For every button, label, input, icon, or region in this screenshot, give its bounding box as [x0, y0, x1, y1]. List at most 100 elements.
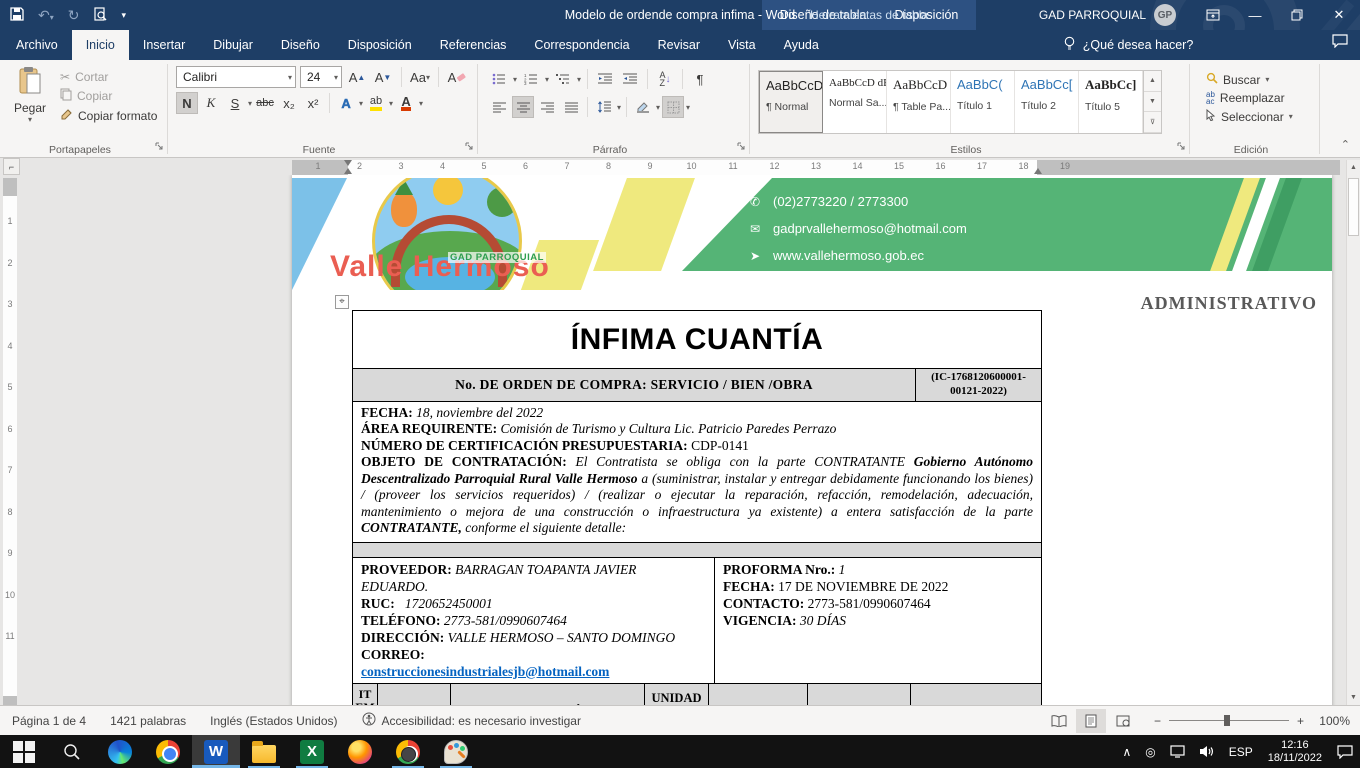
taskbar-edge[interactable]	[96, 735, 144, 768]
zoom-in-button[interactable]: +	[1297, 714, 1304, 728]
hanging-indent-marker[interactable]	[344, 168, 352, 174]
table-move-handle[interactable]: ⌖	[335, 295, 349, 309]
minimize-button[interactable]: —	[1234, 0, 1276, 30]
taskbar-excel[interactable]: X	[288, 735, 336, 768]
redo-icon[interactable]: ↻	[68, 8, 80, 22]
line-spacing-menu[interactable]: ▾	[617, 103, 621, 112]
tray-chevron-icon[interactable]: ∧	[1115, 745, 1138, 759]
account-name[interactable]: GAD PARROQUIAL	[1039, 8, 1146, 22]
bold-button[interactable]: N	[176, 92, 198, 114]
start-button[interactable]	[0, 735, 48, 768]
copy-button[interactable]: Copiar	[56, 86, 161, 106]
borders-button[interactable]	[662, 96, 684, 118]
tray-volume-icon[interactable]	[1192, 745, 1222, 758]
first-line-indent-marker[interactable]	[344, 160, 352, 166]
accessibility-status[interactable]: Accesibilidad: es necesario investigar	[350, 712, 593, 729]
bullets-menu[interactable]: ▾	[513, 75, 517, 84]
parrafo-dialog-launcher[interactable]	[737, 138, 746, 156]
restore-button[interactable]	[1276, 0, 1318, 30]
align-right-button[interactable]	[536, 96, 558, 118]
scroll-thumb[interactable]	[1348, 178, 1359, 236]
web-layout-button[interactable]	[1108, 709, 1138, 733]
taskbar-firefox[interactable]	[336, 735, 384, 768]
style-normal[interactable]: AaBbCcDc¶ Normal	[759, 71, 823, 133]
paste-button[interactable]: Pegar ▾	[4, 64, 56, 124]
strikethrough-button[interactable]: abc	[254, 92, 276, 114]
customize-qat-icon[interactable]: ▾	[121, 11, 126, 20]
close-button[interactable]: ✕	[1318, 0, 1360, 30]
tray-network-icon[interactable]	[1163, 745, 1192, 758]
text-effects-menu[interactable]: ▾	[359, 99, 363, 108]
right-indent-marker[interactable]	[1034, 168, 1042, 174]
style-titulo-2[interactable]: AaBbCc[Título 2	[1015, 71, 1079, 133]
underline-menu[interactable]: ▾	[248, 99, 252, 108]
tab-archivo[interactable]: Archivo	[2, 30, 72, 60]
taskbar-chrome[interactable]	[144, 735, 192, 768]
highlight-button[interactable]: ab	[365, 92, 387, 114]
font-color-button[interactable]: A	[395, 92, 417, 114]
tray-record-icon[interactable]: ◎	[1138, 745, 1162, 759]
grow-font-button[interactable]: A▲	[346, 66, 368, 88]
save-icon[interactable]	[10, 7, 24, 23]
italic-button[interactable]: K	[200, 92, 222, 114]
line-spacing-button[interactable]	[593, 96, 615, 118]
style-titulo-1[interactable]: AaBbC(Título 1	[951, 71, 1015, 133]
shading-menu[interactable]: ▾	[656, 103, 660, 112]
tab-ayuda[interactable]: Ayuda	[770, 30, 833, 60]
zoom-slider[interactable]	[1169, 720, 1289, 721]
horizontal-ruler[interactable]: 12345678910111213141516171819	[292, 160, 1340, 175]
superscript-button[interactable]: x²	[302, 92, 324, 114]
shading-button[interactable]	[632, 96, 654, 118]
vertical-scrollbar[interactable]: ▲ ▼	[1346, 160, 1360, 705]
align-center-button[interactable]	[512, 96, 534, 118]
highlight-menu[interactable]: ▾	[389, 99, 393, 108]
taskbar-chrome-profile[interactable]	[384, 735, 432, 768]
text-effects-button[interactable]: A	[335, 92, 357, 114]
style-table-pa[interactable]: AaBbCcD¶ Table Pa...	[887, 71, 951, 133]
page-indicator[interactable]: Página 1 de 4	[0, 714, 98, 728]
collapse-ribbon-icon[interactable]: ⌃	[1341, 138, 1350, 151]
numbering-button[interactable]: 123	[520, 68, 542, 90]
print-preview-icon[interactable]	[93, 7, 107, 23]
select-button[interactable]: Seleccionar▾	[1202, 107, 1316, 126]
scroll-down-arrow[interactable]: ▼	[1347, 690, 1360, 705]
bullets-button[interactable]	[488, 68, 510, 90]
vertical-ruler[interactable]: 1234567891011	[3, 178, 17, 705]
tab-revisar[interactable]: Revisar	[644, 30, 714, 60]
subscript-button[interactable]: x₂	[278, 92, 300, 114]
portapapeles-dialog-launcher[interactable]	[155, 138, 164, 156]
taskbar-word[interactable]: W	[192, 735, 240, 768]
scroll-up-arrow[interactable]: ▲	[1347, 160, 1360, 175]
taskbar-explorer[interactable]	[240, 735, 288, 768]
styles-more-button[interactable]: ⊽	[1144, 112, 1161, 133]
undo-icon[interactable]: ↶▾	[38, 8, 54, 22]
change-case-button[interactable]: Aa▾	[409, 66, 431, 88]
tab-correspondencia[interactable]: Correspondencia	[520, 30, 643, 60]
underline-button[interactable]: S	[224, 92, 246, 114]
word-count[interactable]: 1421 palabras	[98, 714, 198, 728]
tell-me-box[interactable]: ¿Qué desea hacer?	[1063, 30, 1194, 60]
tab-referencias[interactable]: Referencias	[426, 30, 521, 60]
format-painter-button[interactable]: Copiar formato	[56, 106, 161, 126]
find-button[interactable]: Buscar▾	[1202, 70, 1316, 89]
tab-insertar[interactable]: Insertar	[129, 30, 199, 60]
estilos-dialog-launcher[interactable]	[1177, 138, 1186, 156]
read-mode-button[interactable]	[1044, 709, 1074, 733]
print-layout-button[interactable]	[1076, 709, 1106, 733]
tab-diseno[interactable]: Diseño	[267, 30, 334, 60]
tab-dibujar[interactable]: Dibujar	[199, 30, 267, 60]
borders-menu[interactable]: ▾	[686, 103, 690, 112]
font-size-select[interactable]: 24▾	[300, 66, 342, 88]
cut-button[interactable]: ✂Cortar	[56, 68, 161, 86]
fuente-dialog-launcher[interactable]	[465, 138, 474, 156]
align-left-button[interactable]	[488, 96, 510, 118]
taskbar-search-button[interactable]	[48, 735, 96, 768]
decrease-indent-button[interactable]	[594, 68, 616, 90]
increase-indent-button[interactable]	[619, 68, 641, 90]
account-avatar[interactable]: GP	[1154, 4, 1176, 26]
shrink-font-button[interactable]: A▼	[372, 66, 394, 88]
clear-formatting-button[interactable]: A	[446, 66, 468, 88]
multilevel-menu[interactable]: ▾	[577, 75, 581, 84]
justify-button[interactable]	[560, 96, 582, 118]
purchase-order-form[interactable]: ÍNFIMA CUANTÍA No. DE ORDEN DE COMPRA: S…	[352, 310, 1042, 705]
